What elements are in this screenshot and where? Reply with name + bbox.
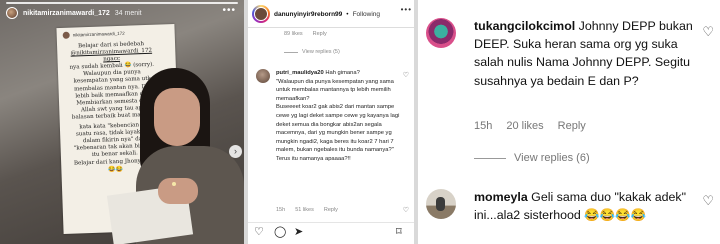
- view-replies-button[interactable]: View replies (6): [474, 152, 590, 164]
- like-comment-2-icon[interactable]: ♡: [702, 193, 714, 209]
- comment-avatar[interactable]: [256, 69, 270, 83]
- story-username[interactable]: nikitamirzanimawardi_172: [23, 10, 110, 17]
- view-replies-label: View replies (5): [302, 49, 340, 55]
- separator-dot: •: [346, 10, 349, 18]
- screenshot-collage: nikitamirzanimawardi_172 34 menit ••• ni…: [0, 0, 720, 244]
- story-more-icon[interactable]: •••: [222, 5, 236, 16]
- comment-username[interactable]: putri_maulidya20: [276, 70, 324, 76]
- post-header: danunyinyir9reborn99 • Following: [252, 3, 410, 25]
- view-replies-button[interactable]: View replies (5): [284, 49, 340, 55]
- view-replies-line: [474, 157, 506, 159]
- like-comment-icon[interactable]: ♡: [702, 24, 714, 40]
- note-username: nikitamirzanimawardi_172: [72, 30, 125, 38]
- comment-text: momeyla Geli sama duo "kakak adek" ini..…: [474, 188, 704, 224]
- prev-comment-reply[interactable]: Reply: [313, 31, 327, 37]
- prev-comment-likes[interactable]: 89 likes: [284, 31, 303, 37]
- comment-meta: 15h 20 likes Reply: [474, 120, 586, 132]
- comment-age: 15h: [474, 120, 493, 132]
- comment-content: Hah gimana? "Walaupun dia punya kesempat…: [276, 70, 400, 162]
- comment-reply[interactable]: Reply: [324, 207, 338, 213]
- comment-meta: 15h 51 likes Reply: [276, 207, 338, 213]
- commenter-avatar[interactable]: [426, 189, 456, 219]
- view-replies-line: [284, 51, 298, 53]
- post-action-bar: [248, 222, 414, 244]
- prev-comment-meta: 89 likes Reply: [284, 31, 327, 37]
- story-progress-bar: [6, 2, 238, 4]
- story-panel: nikitamirzanimawardi_172 34 menit ••• ni…: [0, 0, 244, 244]
- story-header: nikitamirzanimawardi_172 34 menit: [6, 6, 142, 20]
- comment-username[interactable]: momeyla: [474, 190, 528, 204]
- story-photo-person: [106, 60, 244, 244]
- note-header: nikitamirzanimawardi_172: [62, 30, 125, 39]
- like-comment-2-icon[interactable]: ♡: [403, 206, 409, 214]
- person-face: [154, 88, 200, 146]
- person-hand: [158, 178, 198, 204]
- like-icon[interactable]: ♡: [254, 226, 264, 238]
- ring: [172, 182, 176, 186]
- like-comment-icon[interactable]: ♡: [403, 71, 409, 79]
- post-avatar-image: [254, 7, 268, 21]
- zoomed-comments-panel: tukangcilokcimol Johnny DEPP bukan DEEP.…: [418, 0, 720, 244]
- comment-age: 15h: [276, 207, 286, 213]
- next-story-icon[interactable]: ›: [229, 145, 242, 158]
- post-comments-panel: danunyinyir9reborn99 • Following ••• 89 …: [248, 0, 414, 244]
- save-icon[interactable]: ⌑: [396, 226, 402, 238]
- post-avatar[interactable]: [252, 5, 270, 23]
- story-avatar[interactable]: [6, 7, 18, 19]
- comment-likes[interactable]: 51 likes: [295, 207, 314, 213]
- comment-reply[interactable]: Reply: [558, 120, 586, 132]
- post-more-icon[interactable]: •••: [401, 5, 412, 14]
- following-button[interactable]: Following: [353, 11, 380, 18]
- note-avatar: [62, 31, 70, 39]
- comment-username[interactable]: tukangcilokcimol: [474, 19, 575, 33]
- comment-icon[interactable]: ◯: [274, 226, 286, 238]
- comment-likes[interactable]: 20 likes: [506, 120, 543, 132]
- share-icon[interactable]: ➤: [294, 226, 303, 238]
- header-divider: [248, 27, 414, 28]
- comment-text: tukangcilokcimol Johnny DEPP bukan DEEP.…: [474, 17, 694, 90]
- view-replies-label: View replies (6): [514, 152, 590, 164]
- comment-text: putri_maulidya20 Hah gimana? "Walaupun d…: [276, 69, 400, 164]
- story-time: 34 menit: [114, 9, 142, 17]
- post-username[interactable]: danunyinyir9reborn99: [274, 11, 342, 18]
- commenter-avatar[interactable]: [426, 18, 456, 48]
